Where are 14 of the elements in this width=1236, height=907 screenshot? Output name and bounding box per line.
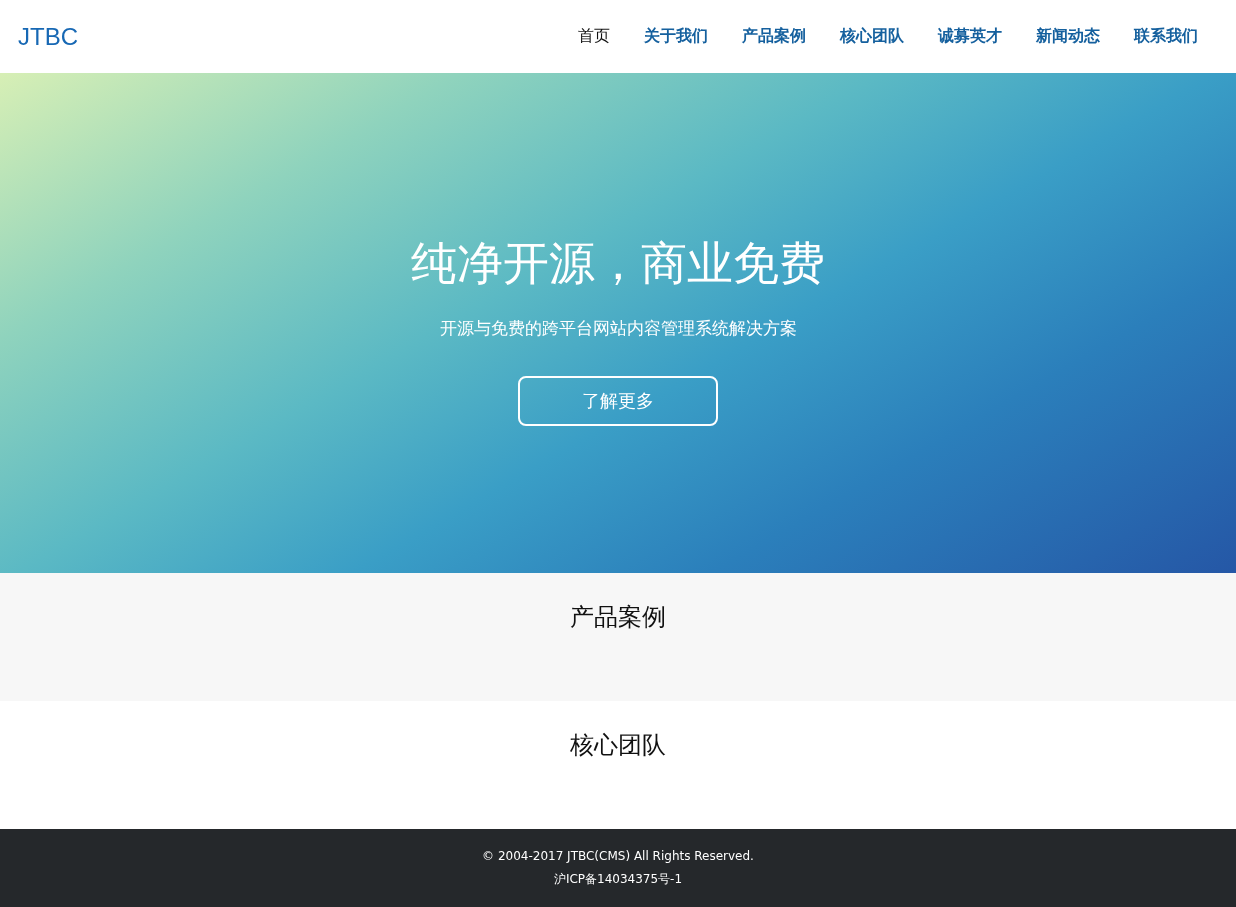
nav-link[interactable]: 诚募英才 [938, 26, 1002, 47]
section-title: 核心团队 [570, 730, 666, 761]
nav-link[interactable]: 产品案例 [742, 26, 806, 47]
site-logo[interactable]: JTBC [18, 22, 78, 51]
nav-link[interactable]: 关于我们 [644, 26, 708, 47]
nav-link[interactable]: 新闻动态 [1036, 26, 1100, 47]
nav-link[interactable]: 联系我们 [1134, 26, 1198, 47]
icp-link[interactable]: 沪ICP备14034375号-1 [553, 870, 683, 888]
section-title: 产品案例 [570, 602, 666, 633]
hero-subtitle: 开源与免费的跨平台网站内容管理系统解决方案 [439, 317, 797, 340]
hero-title: 纯净开源，商业免费 [411, 235, 825, 292]
nav-link[interactable]: 首页 [578, 26, 610, 47]
copyright-text: © 2004-2017 JTBC(CMS) All Rights Reserved. [482, 848, 754, 863]
nav-link[interactable]: 核心团队 [840, 26, 904, 47]
